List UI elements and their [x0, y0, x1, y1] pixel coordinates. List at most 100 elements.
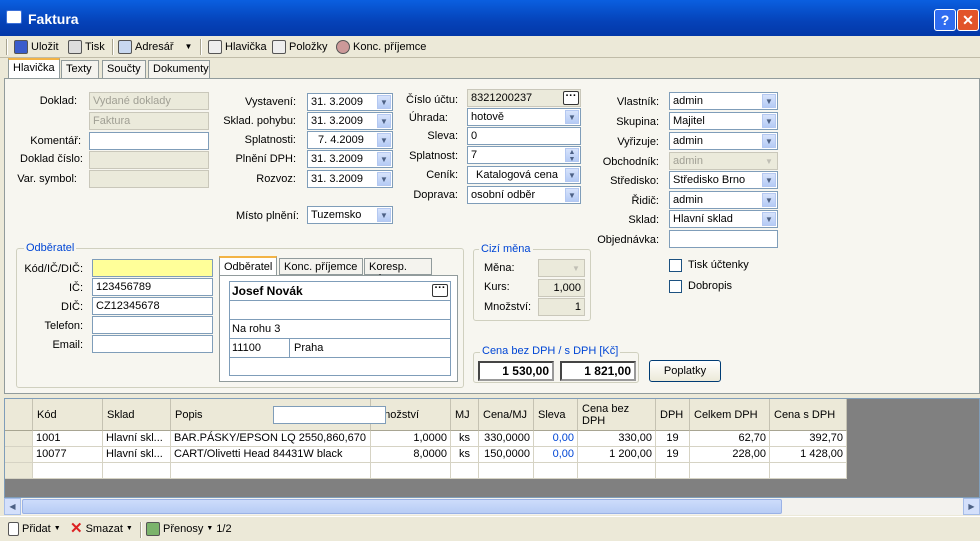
table-cell[interactable]: 1 200,00 — [578, 447, 656, 463]
table-cell[interactable] — [171, 463, 371, 479]
help-button[interactable]: ? — [934, 9, 956, 31]
column-header[interactable]: MJ — [451, 399, 479, 431]
column-header[interactable]: Cena bez DPH — [578, 399, 656, 431]
column-header[interactable]: Cena/MJ — [479, 399, 534, 431]
address-book-button[interactable]: Adresář ▼ — [118, 38, 192, 56]
uhrada-select[interactable]: hotově ▼ — [467, 108, 581, 126]
table-cell[interactable] — [479, 463, 534, 479]
sleva-field[interactable]: 0 — [467, 127, 581, 145]
tab-odberatel[interactable]: Odběratel — [219, 256, 277, 276]
table-cell[interactable] — [656, 463, 690, 479]
table-cell[interactable]: 1 428,00 — [770, 447, 847, 463]
email-field[interactable] — [92, 335, 213, 353]
table-cell[interactable]: 330,0000 — [479, 431, 534, 447]
column-header[interactable]: Cena s DPH — [770, 399, 847, 431]
more-button[interactable]: ··· — [563, 91, 579, 105]
table-cell[interactable]: 62,70 — [690, 431, 770, 447]
table-cell[interactable] — [451, 463, 479, 479]
scroll-left-icon[interactable]: ◀ — [4, 498, 21, 515]
column-header[interactable]: Sklad — [103, 399, 171, 431]
close-button[interactable]: ✕ — [957, 9, 979, 31]
vyrizuje-select[interactable]: admin ▼ — [669, 132, 778, 150]
ridic-select[interactable]: admin ▼ — [669, 191, 778, 209]
scrollbar-thumb[interactable] — [22, 499, 782, 514]
plneni-dph-date[interactable]: 31. 3.2009 ▼ — [307, 150, 393, 168]
dic-field[interactable]: CZ12345678 — [92, 297, 213, 315]
table-row[interactable]: 1001 Hlavní skl... BAR.PÁSKY/EPSON LQ 2550… — [5, 431, 979, 447]
sklad-select[interactable]: Hlavní sklad ▼ — [669, 210, 778, 228]
tab-texty[interactable]: Texty — [61, 60, 99, 78]
table-cell[interactable]: 19 — [656, 447, 690, 463]
column-header[interactable]: Kód — [33, 399, 103, 431]
header-button[interactable]: Hlavička — [208, 38, 267, 56]
table-row[interactable]: 10077 Hlavní skl... CART/Olivetti Head 844… — [5, 447, 979, 463]
scroll-right-icon[interactable]: ▶ — [963, 498, 980, 515]
horizontal-scrollbar[interactable]: ◀ ▶ — [4, 498, 980, 515]
tisk-uctenky-checkbox[interactable] — [669, 259, 682, 272]
items-button[interactable]: Položky — [272, 38, 328, 56]
table-cell[interactable] — [770, 463, 847, 479]
save-button[interactable]: Uložit — [14, 38, 59, 56]
vystaveni-date[interactable]: 31. 3.2009 ▼ — [307, 93, 393, 111]
tab-hlavicka[interactable]: Hlavička — [8, 58, 60, 79]
table-cell[interactable] — [33, 463, 103, 479]
table-cell[interactable]: ks — [451, 431, 479, 447]
chevron-down-icon[interactable]: ▼ — [377, 114, 391, 128]
chevron-down-icon[interactable]: ▼ — [565, 188, 579, 202]
poplatky-button[interactable]: Poplatky — [649, 360, 721, 382]
table-cell[interactable]: 0,00 — [534, 431, 578, 447]
table-cell[interactable] — [690, 463, 770, 479]
tab-dokumenty[interactable]: Dokumenty — [148, 60, 210, 78]
delete-button[interactable]: ✕ Smazat ▼ — [70, 520, 133, 538]
tab-soucty[interactable]: Součty — [102, 60, 146, 78]
table-cell[interactable] — [578, 463, 656, 479]
stredisko-select[interactable]: Středisko Brno ▼ — [669, 171, 778, 189]
table-cell[interactable]: 330,00 — [578, 431, 656, 447]
table-cell[interactable]: ks — [451, 447, 479, 463]
table-cell[interactable]: 8,0000 — [371, 447, 451, 463]
sklad-pohybu-date[interactable]: 31. 3.2009 ▼ — [307, 112, 393, 130]
table-cell[interactable]: 10077 — [33, 447, 103, 463]
chevron-down-icon[interactable]: ▼ — [762, 94, 776, 108]
kod-ic-dic-field[interactable] — [92, 259, 213, 277]
chevron-down-icon[interactable]: ▼ — [762, 114, 776, 128]
column-header[interactable]: Celkem DPH — [690, 399, 770, 431]
column-header[interactable]: DPH — [656, 399, 690, 431]
doprava-select[interactable]: osobní odběr ▼ — [467, 186, 581, 204]
table-cell[interactable]: CART/Olivetti Head 84431W black — [171, 447, 371, 463]
chevron-down-icon[interactable]: ▼ — [565, 168, 579, 182]
tab-konc-prijemce[interactable]: Konc. příjemce — [279, 258, 363, 275]
chevron-down-icon[interactable]: ▼ — [762, 212, 776, 226]
chevron-down-icon[interactable]: ▼ — [377, 208, 391, 222]
table-cell[interactable]: Hlavní skl... — [103, 447, 171, 463]
table-cell[interactable]: 1,0000 — [371, 431, 451, 447]
add-button[interactable]: Přidat ▼ — [8, 520, 61, 538]
telefon-field[interactable] — [92, 316, 213, 334]
recipient-button[interactable]: Konc. příjemce — [336, 38, 426, 56]
popis-filter-input[interactable] — [273, 406, 386, 424]
ic-field[interactable]: 123456789 — [92, 278, 213, 296]
column-header[interactable]: Sleva — [534, 399, 578, 431]
transfers-button[interactable]: Přenosy ▼ 1/2 — [146, 520, 232, 538]
chevron-down-icon[interactable]: ▼ — [377, 95, 391, 109]
table-cell[interactable]: 150,0000 — [479, 447, 534, 463]
splatnosti-date[interactable]: 7. 4.2009 ▼ — [307, 131, 393, 149]
cenik-select[interactable]: Katalogová cena ▼ — [467, 166, 581, 184]
table-cell[interactable]: 19 — [656, 431, 690, 447]
dobropis-checkbox[interactable] — [669, 280, 682, 293]
chevron-down-icon[interactable]: ▼ — [762, 193, 776, 207]
table-cell[interactable]: 392,70 — [770, 431, 847, 447]
table-cell[interactable]: 0,00 — [534, 447, 578, 463]
table-cell[interactable] — [371, 463, 451, 479]
misto-plneni-select[interactable]: Tuzemsko ▼ — [307, 206, 393, 224]
tab-koresp-adr[interactable]: Koresp. adr. — [364, 258, 432, 285]
print-button[interactable]: Tisk — [68, 38, 105, 56]
table-cell[interactable]: BAR.PÁSKY/EPSON LQ 2550,860,670 — [171, 431, 371, 447]
chevron-down-icon[interactable]: ▼ — [762, 134, 776, 148]
chevron-down-icon[interactable]: ▼ — [762, 173, 776, 187]
chevron-down-icon[interactable]: ▼ — [377, 172, 391, 186]
komentar-field[interactable] — [89, 132, 209, 150]
more-button[interactable]: ··· — [432, 283, 448, 297]
table-cell[interactable] — [103, 463, 171, 479]
skupina-select[interactable]: Majitel ▼ — [669, 112, 778, 130]
